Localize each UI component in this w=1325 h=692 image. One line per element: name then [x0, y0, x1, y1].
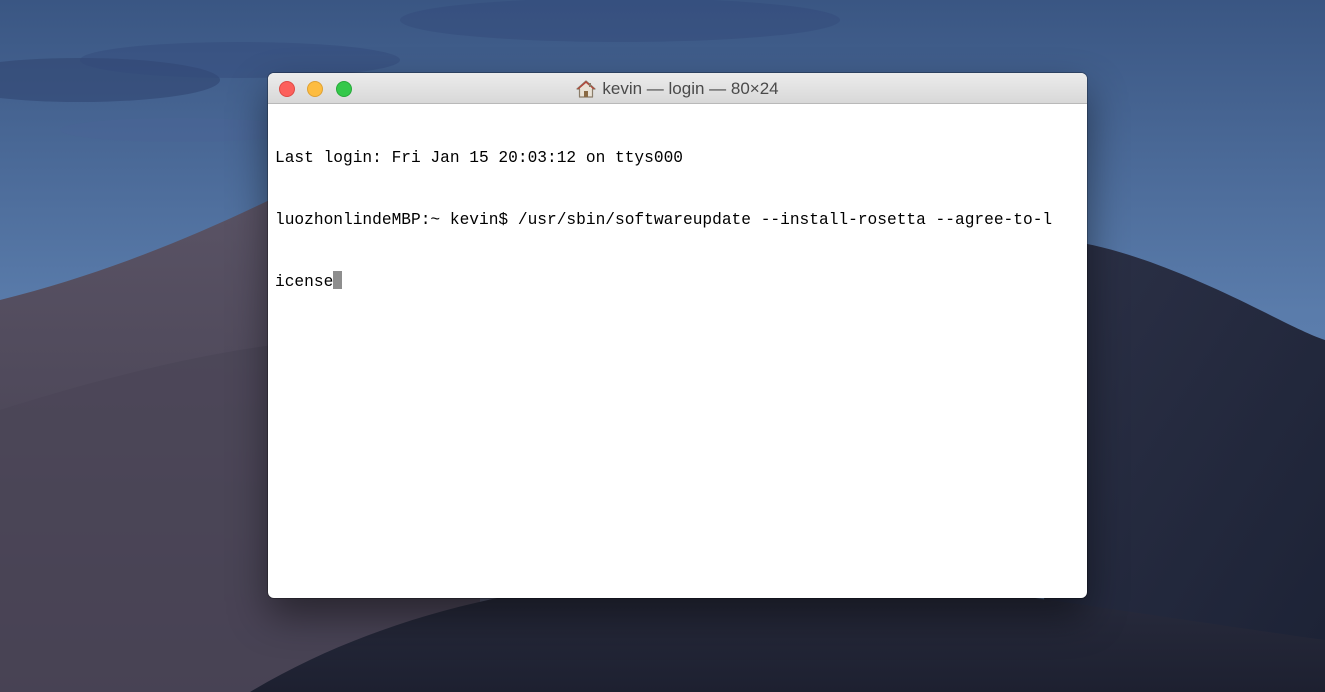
title-bar[interactable]: kevin — login — 80×24: [268, 73, 1087, 104]
text-cursor: [333, 271, 343, 289]
window-title: kevin — login — 80×24: [268, 73, 1087, 104]
terminal-line-last-login: Last login: Fri Jan 15 20:03:12 on ttys0…: [275, 149, 683, 167]
home-icon: [576, 79, 596, 98]
window-title-text: kevin — login — 80×24: [602, 78, 779, 98]
terminal-window[interactable]: kevin — login — 80×24 Last login: Fri Ja…: [268, 73, 1087, 598]
terminal-line-command: luozhonlindeMBP:~ kevin$ /usr/sbin/softw…: [275, 210, 1053, 229]
terminal-line-command-wrap: icense: [275, 271, 1081, 292]
terminal-line-wrap-text: icense: [275, 273, 334, 291]
terminal-output[interactable]: Last login: Fri Jan 15 20:03:12 on ttys0…: [275, 107, 1081, 587]
